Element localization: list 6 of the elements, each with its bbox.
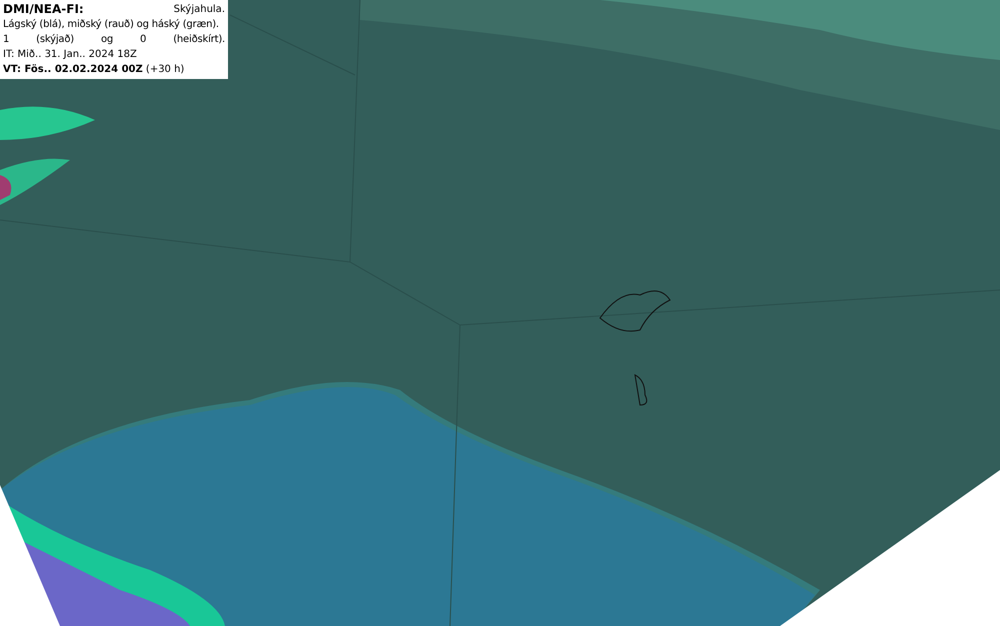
legend-description: Lágský (blá), miðský (rauð) og háský (græn). <box>3 18 220 32</box>
legend-description: 1 (skýjað) og 0 (heiðskírt). <box>3 33 225 47</box>
valid-time: VT: Fös.. 02.02.2024 00Z (+30 h) <box>3 63 186 77</box>
issue-time: IT: Mið.. 31. Jan.. 2024 18Z <box>3 48 138 62</box>
legend-subtitle: Skýjahula. <box>174 3 225 17</box>
legend-title: DMI/NEA-FI: <box>3 2 84 17</box>
